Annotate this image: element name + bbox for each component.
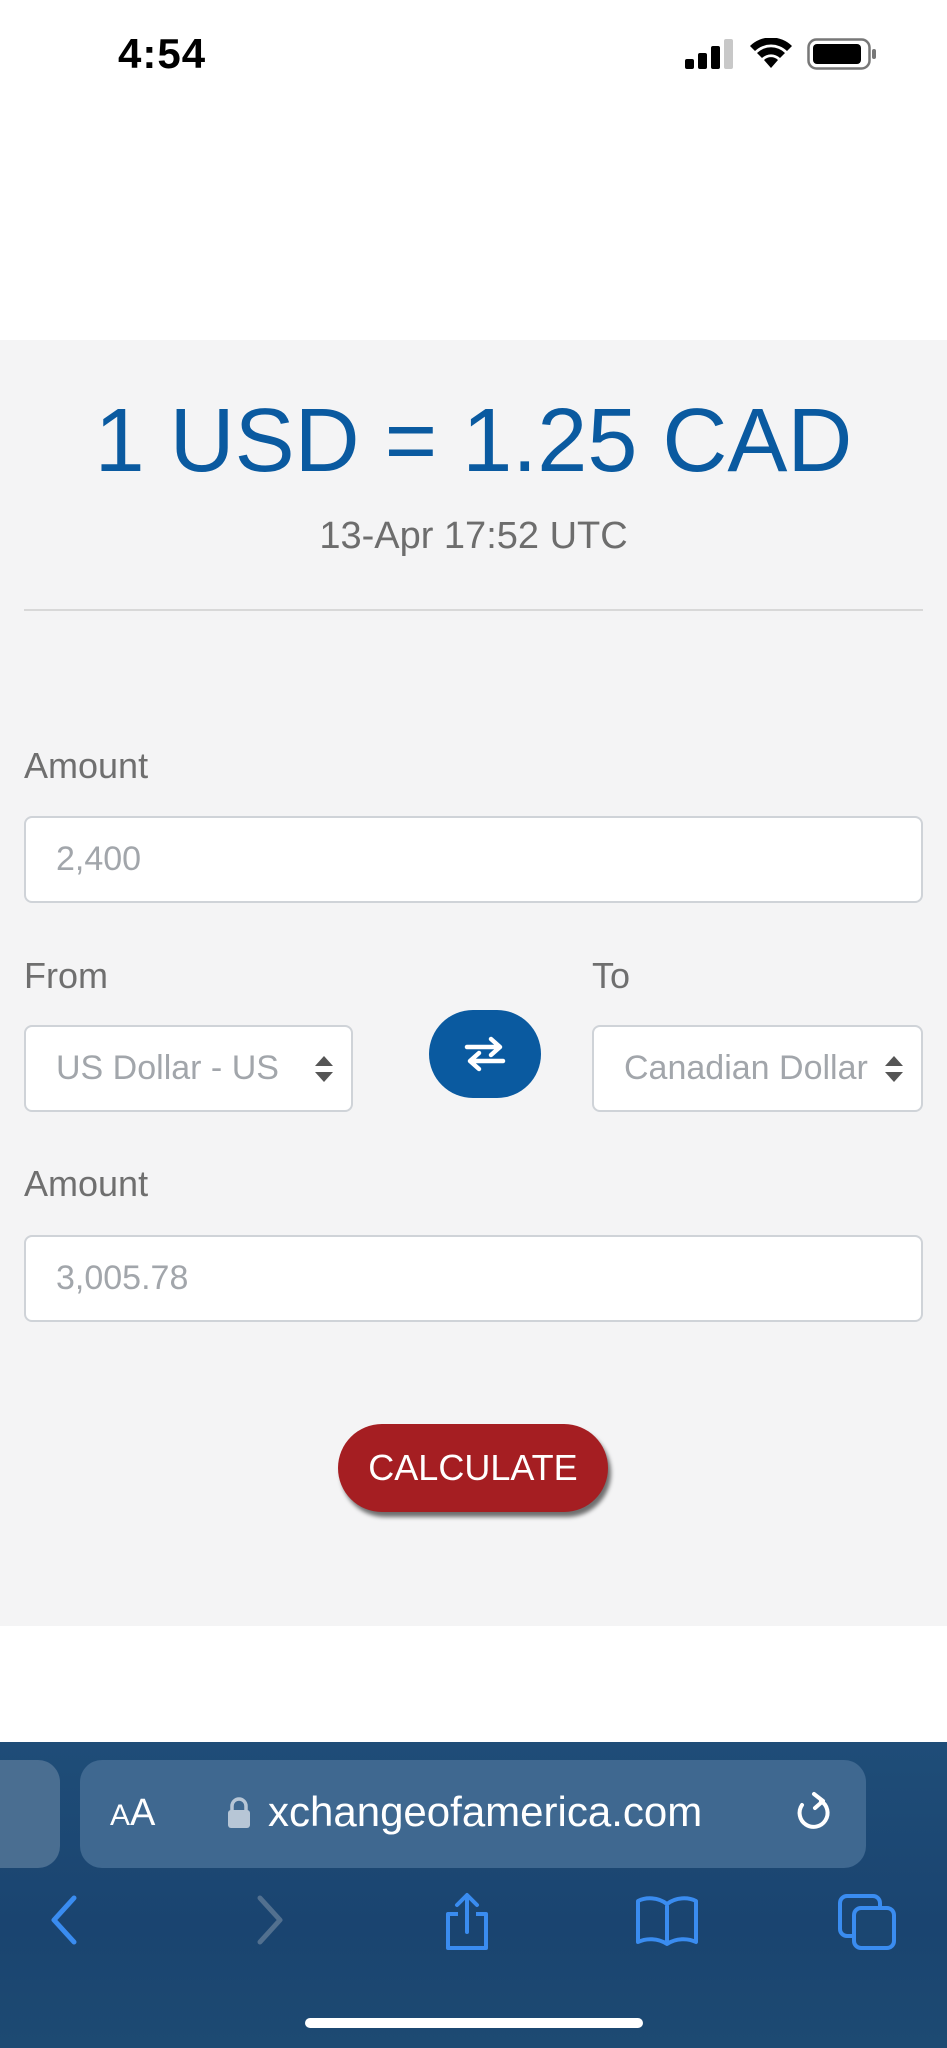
- status-time: 4:54: [118, 30, 207, 77]
- text-size-button[interactable]: AA: [110, 1792, 155, 1835]
- select-arrows-icon: [885, 1055, 903, 1082]
- result-amount-value: 3,005.78: [56, 1259, 189, 1297]
- reload-icon[interactable]: [792, 1790, 836, 1836]
- amount-input[interactable]: 2,400: [24, 816, 923, 903]
- cellular-signal-icon: [685, 39, 733, 69]
- previous-tab-preview[interactable]: [0, 1760, 60, 1868]
- to-label: To: [592, 955, 631, 996]
- tabs-icon[interactable]: [836, 1892, 898, 1952]
- from-label: From: [24, 955, 108, 996]
- battery-icon: [807, 38, 876, 70]
- swap-currencies-button[interactable]: [429, 1010, 541, 1098]
- status-icons: [685, 38, 877, 70]
- share-icon[interactable]: [440, 1892, 494, 1952]
- status-bar: 4:54: [0, 0, 947, 110]
- select-arrows-icon: [315, 1055, 333, 1082]
- url-text[interactable]: xchangeofamerica.com: [268, 1788, 702, 1836]
- forward-icon[interactable]: [250, 1892, 290, 1948]
- result-amount-input[interactable]: 3,005.78: [24, 1235, 923, 1322]
- amount-input-value: 2,400: [56, 840, 142, 878]
- rate-headline: 1 USD = 1.25 CAD: [94, 391, 853, 491]
- swap-arrows-icon: [464, 1036, 506, 1072]
- divider: [24, 609, 923, 611]
- from-currency-value: US Dollar - US: [56, 1049, 279, 1087]
- from-currency-select[interactable]: US Dollar - US: [24, 1025, 353, 1112]
- rate-timestamp: 13-Apr 17:52 UTC: [319, 515, 628, 557]
- bookmarks-icon[interactable]: [634, 1892, 700, 1948]
- wifi-icon: [750, 38, 792, 68]
- calculate-button[interactable]: CALCULATE: [338, 1424, 608, 1512]
- result-amount-label: Amount: [24, 1163, 149, 1204]
- home-indicator: [305, 2018, 643, 2028]
- to-currency-select[interactable]: Canadian Dollar: [592, 1025, 923, 1112]
- back-icon[interactable]: [44, 1892, 84, 1948]
- to-currency-value: Canadian Dollar: [624, 1049, 868, 1087]
- lock-icon: [228, 1797, 250, 1828]
- amount-label: Amount: [24, 745, 149, 786]
